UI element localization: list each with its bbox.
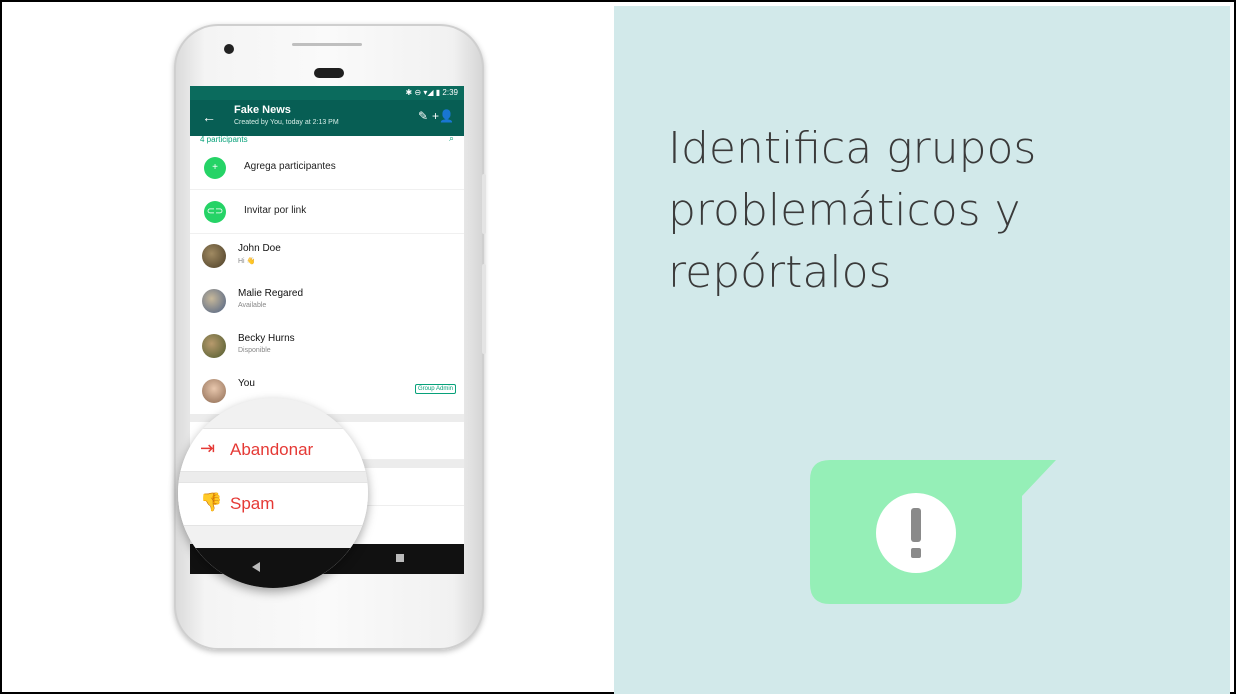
- top-sensor: [292, 43, 362, 46]
- avatar: [202, 244, 226, 268]
- group-info-header: ← Fake News Created by You, today at 2:1…: [190, 100, 464, 136]
- warning-chat-bubble: [810, 460, 1056, 604]
- invite-link-label: Invitar por link: [244, 205, 307, 216]
- volume-button: [482, 264, 486, 354]
- contact-status: Disponible: [238, 347, 271, 354]
- add-person-icon[interactable]: +👤: [432, 109, 454, 123]
- contact-status: Hi 👋: [238, 258, 256, 265]
- link-icon: ⊂⊃: [204, 201, 226, 223]
- avatar: [202, 289, 226, 313]
- group-admin-badge: Group Admin: [414, 384, 456, 394]
- power-button: [482, 174, 486, 234]
- warning-bubble-graphic: [810, 460, 1056, 604]
- search-icon[interactable]: ⌕: [449, 134, 454, 143]
- exit-icon: ⇥: [200, 438, 216, 458]
- thumbs-down-icon: 👎: [200, 492, 223, 512]
- lens-background: [178, 398, 368, 428]
- magnified-nav-bar: [178, 548, 368, 588]
- group-title: Fake News: [234, 104, 291, 116]
- status-time: 2:39: [442, 88, 458, 97]
- magnifier-lens: ⇥ Abandonar 👎 Spam: [178, 398, 368, 588]
- contact-name: John Doe: [238, 243, 281, 254]
- pencil-icon[interactable]: ✎: [418, 109, 428, 123]
- front-camera: [224, 44, 234, 54]
- add-person-icon: +: [204, 157, 226, 179]
- magnified-spam-label: Spam: [230, 494, 275, 513]
- info-panel: Identifica grupos problemáticos y repórt…: [614, 6, 1230, 694]
- status-bar: ✱ ⊖ ▾◢ ▮ 2:39: [190, 86, 464, 100]
- exclamation-icon: [911, 508, 921, 542]
- status-icons: ✱ ⊖ ▾◢ ▮: [405, 88, 441, 97]
- add-participants-row[interactable]: + Agrega participantes: [190, 146, 464, 190]
- contact-name: You: [238, 378, 255, 389]
- contact-name: Becky Hurns: [238, 333, 295, 344]
- nav-recents-icon[interactable]: [396, 554, 404, 562]
- magnified-spam-row[interactable]: 👎 Spam: [178, 482, 368, 526]
- magnified-exit-row[interactable]: ⇥ Abandonar: [178, 428, 368, 472]
- avatar: [202, 334, 226, 358]
- participants-header: 4 participants ⌕: [190, 134, 464, 146]
- back-arrow-icon[interactable]: ←: [202, 109, 216, 125]
- earpiece-speaker: [314, 68, 344, 78]
- invite-link-row[interactable]: ⊂⊃ Invitar por link: [190, 190, 464, 234]
- lens-divider: [178, 472, 368, 482]
- nav-back-icon: [252, 562, 260, 572]
- headline: Identifica grupos problemáticos y repórt…: [668, 123, 1037, 298]
- contact-name: Malie Regared: [238, 288, 304, 299]
- group-subtitle: Created by You, today at 2:13 PM: [234, 119, 339, 126]
- contact-row[interactable]: Becky Hurns Disponible: [190, 324, 464, 369]
- add-participants-label: Agrega participantes: [244, 161, 336, 172]
- magnified-exit-label: Abandonar: [230, 440, 314, 459]
- contact-status: Available: [238, 302, 267, 309]
- contact-row[interactable]: John Doe Hi 👋: [190, 234, 464, 279]
- participants-count: 4 participants: [200, 135, 248, 144]
- contact-row[interactable]: Malie Regared Available: [190, 279, 464, 324]
